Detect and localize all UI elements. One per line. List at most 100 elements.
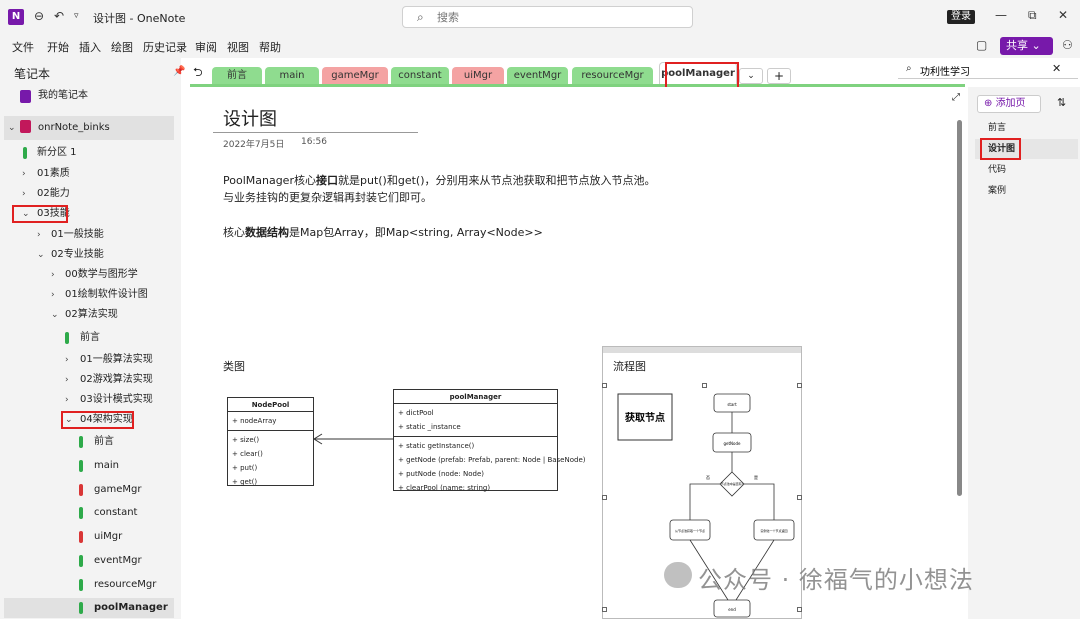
menu-review[interactable]: 审阅 (195, 39, 217, 55)
sidebar-item-label: 01素质 (37, 168, 70, 179)
menu-help[interactable]: 帮助 (259, 39, 281, 55)
section-color-marker (79, 484, 83, 496)
sort-icon[interactable]: ⇅ (1057, 96, 1066, 109)
uml-method: + clear() (232, 450, 263, 458)
menu-view[interactable]: 视图 (227, 39, 249, 55)
chevron-right-icon[interactable]: › (22, 184, 26, 204)
sidebar-item-22[interactable]: resourceMgr (0, 575, 181, 595)
menu-bar: 文件 开始 插入 绘图 历史记录 审阅 视图 帮助 (0, 34, 1080, 58)
sidebar-item-label: 前言 (94, 436, 114, 447)
sidebar-item-0[interactable]: 我的笔记本 (0, 86, 181, 106)
sticky-note-icon[interactable]: ▢ (976, 38, 987, 52)
uml-class-nodepool[interactable]: NodePool + nodeArray + size() + clear() … (227, 397, 314, 486)
quick-access-dropdown-icon[interactable]: ▿ (74, 11, 79, 21)
add-section-button[interactable]: + (767, 68, 791, 84)
login-button[interactable]: 登录 (947, 10, 975, 24)
chevron-right-icon[interactable]: › (51, 265, 55, 285)
flowchart-label[interactable]: 流程图 (613, 358, 646, 374)
paragraph-3[interactable]: 核心数据结构是Map包Array，即Map<string, Array<Node… (223, 224, 543, 240)
expand-icon[interactable]: ⤢ (952, 92, 960, 103)
sidebar-item-11[interactable]: 前言 (0, 328, 181, 348)
sidebar-item-1[interactable]: ⌄ onrNote_binks (4, 116, 174, 140)
page-scrollbar[interactable] (957, 120, 962, 496)
sidebar-item-2[interactable]: 新分区 1 (0, 143, 181, 163)
sidebar-item-label: 01一般技能 (51, 229, 104, 240)
page-item[interactable]: 前言 (975, 118, 1078, 138)
sidebar-item-4[interactable]: › 02能力 (0, 184, 181, 204)
chevron-right-icon[interactable]: › (65, 390, 69, 410)
page-search[interactable]: ⌕ ✕ (898, 61, 1078, 79)
profile-icon[interactable]: ⚇ (1062, 38, 1073, 52)
pin-icon[interactable]: 📌 (173, 66, 185, 77)
tab-gamemgr[interactable]: gameMgr (322, 67, 388, 85)
chevron-down-icon[interactable]: ⌄ (37, 245, 45, 265)
sidebar-item-19[interactable]: constant (0, 503, 181, 523)
flow-edge (744, 483, 775, 520)
flow-getnode-text: getNode (723, 441, 741, 446)
sidebar-item-3[interactable]: › 01素质 (0, 164, 181, 184)
clear-search-icon[interactable]: ✕ (1052, 62, 1061, 75)
sidebar-item-7[interactable]: ⌄ 02专业技能 (0, 245, 181, 265)
restore-icon[interactable]: ⧉ (1028, 8, 1037, 23)
sidebar-item-label: 02能力 (37, 188, 70, 199)
tab-uimgr[interactable]: uiMgr (452, 67, 504, 85)
page-item[interactable]: 案例 (975, 181, 1078, 201)
chevron-right-icon[interactable]: › (37, 225, 41, 245)
menu-home[interactable]: 开始 (47, 39, 69, 55)
sidebar-item-21[interactable]: eventMgr (0, 551, 181, 571)
undo-icon[interactable]: ↶ (54, 9, 64, 23)
paragraph-2[interactable]: 与业务挂钩的更复杂逻辑再封装它们即可。 (223, 189, 432, 205)
sidebar-item-label: 02算法实现 (65, 309, 118, 320)
tab-eventmgr[interactable]: eventMgr (507, 67, 568, 85)
close-icon[interactable]: ✕ (1058, 8, 1068, 22)
sidebar-item-9[interactable]: › 01绘制软件设计图 (0, 285, 181, 305)
sidebar-item-18[interactable]: gameMgr (0, 480, 181, 500)
uml-method: + getNode (prefab: Prefab, parent: Node … (398, 456, 586, 464)
share-button[interactable]: 共享 ⌄ (1000, 37, 1053, 55)
chevron-right-icon[interactable]: › (65, 350, 69, 370)
sidebar-item-12[interactable]: › 01一般算法实现 (0, 350, 181, 370)
menu-insert[interactable]: 插入 (79, 39, 101, 55)
page-canvas[interactable] (190, 87, 965, 619)
menu-file[interactable]: 文件 (12, 39, 34, 55)
section-color-marker (79, 507, 83, 519)
back-navigation-icon[interactable]: ⮌ (193, 63, 203, 84)
back-icon[interactable]: ⊖ (34, 9, 44, 23)
uml-method: + clearPool (name: string) (398, 484, 491, 492)
sidebar-item-23[interactable]: poolManager (4, 598, 174, 618)
chevron-down-icon[interactable]: ⌄ (8, 116, 16, 140)
sidebar-item-10[interactable]: ⌄ 02算法实现 (0, 305, 181, 325)
tabs-overflow-dropdown[interactable]: ⌄ (739, 68, 763, 84)
sidebar-item-8[interactable]: › 00数学与图形学 (0, 265, 181, 285)
sidebar-item-17[interactable]: main (0, 456, 181, 476)
flow-start-text: start (727, 402, 737, 407)
sidebar-item-14[interactable]: › 03设计模式实现 (0, 390, 181, 410)
tab-前言[interactable]: 前言 (212, 67, 262, 85)
uml-class-name: NodePool (228, 398, 313, 412)
frame-drag-bar[interactable] (603, 347, 801, 353)
sidebar-item-13[interactable]: › 02游戏算法实现 (0, 370, 181, 390)
chevron-down-icon[interactable]: ⌄ (51, 305, 59, 325)
class-diagram-label[interactable]: 类图 (223, 358, 245, 374)
chevron-right-icon[interactable]: › (51, 285, 55, 305)
uml-class-poolmanager[interactable]: poolManager + dictPool + static _instanc… (393, 389, 586, 492)
global-search[interactable]: ⌕ (402, 6, 693, 28)
tab-resourcemgr[interactable]: resourceMgr (572, 67, 653, 85)
chevron-right-icon[interactable]: › (65, 370, 69, 390)
page-title[interactable]: 设计图 (223, 105, 277, 131)
paragraph-1[interactable]: PoolManager核心接口就是put()和get()，分别用来从节点池获取和… (223, 172, 655, 188)
add-page-button[interactable]: ⊕ 添加页 (977, 95, 1041, 113)
sidebar-item-16[interactable]: 前言 (0, 432, 181, 452)
page-search-input[interactable] (920, 62, 1050, 78)
menu-history[interactable]: 历史记录 (143, 39, 187, 55)
sidebar-item-20[interactable]: uiMgr (0, 527, 181, 547)
tab-main[interactable]: main (265, 67, 319, 85)
page-item[interactable]: 代码 (975, 160, 1078, 180)
uml-field: + dictPool (398, 409, 434, 417)
tab-constant[interactable]: constant (391, 67, 449, 85)
chevron-right-icon[interactable]: › (22, 164, 26, 184)
search-input[interactable] (437, 9, 677, 25)
minimize-icon[interactable]: — (995, 8, 1007, 22)
menu-draw[interactable]: 绘图 (111, 39, 133, 55)
sidebar-item-6[interactable]: › 01一般技能 (0, 225, 181, 245)
